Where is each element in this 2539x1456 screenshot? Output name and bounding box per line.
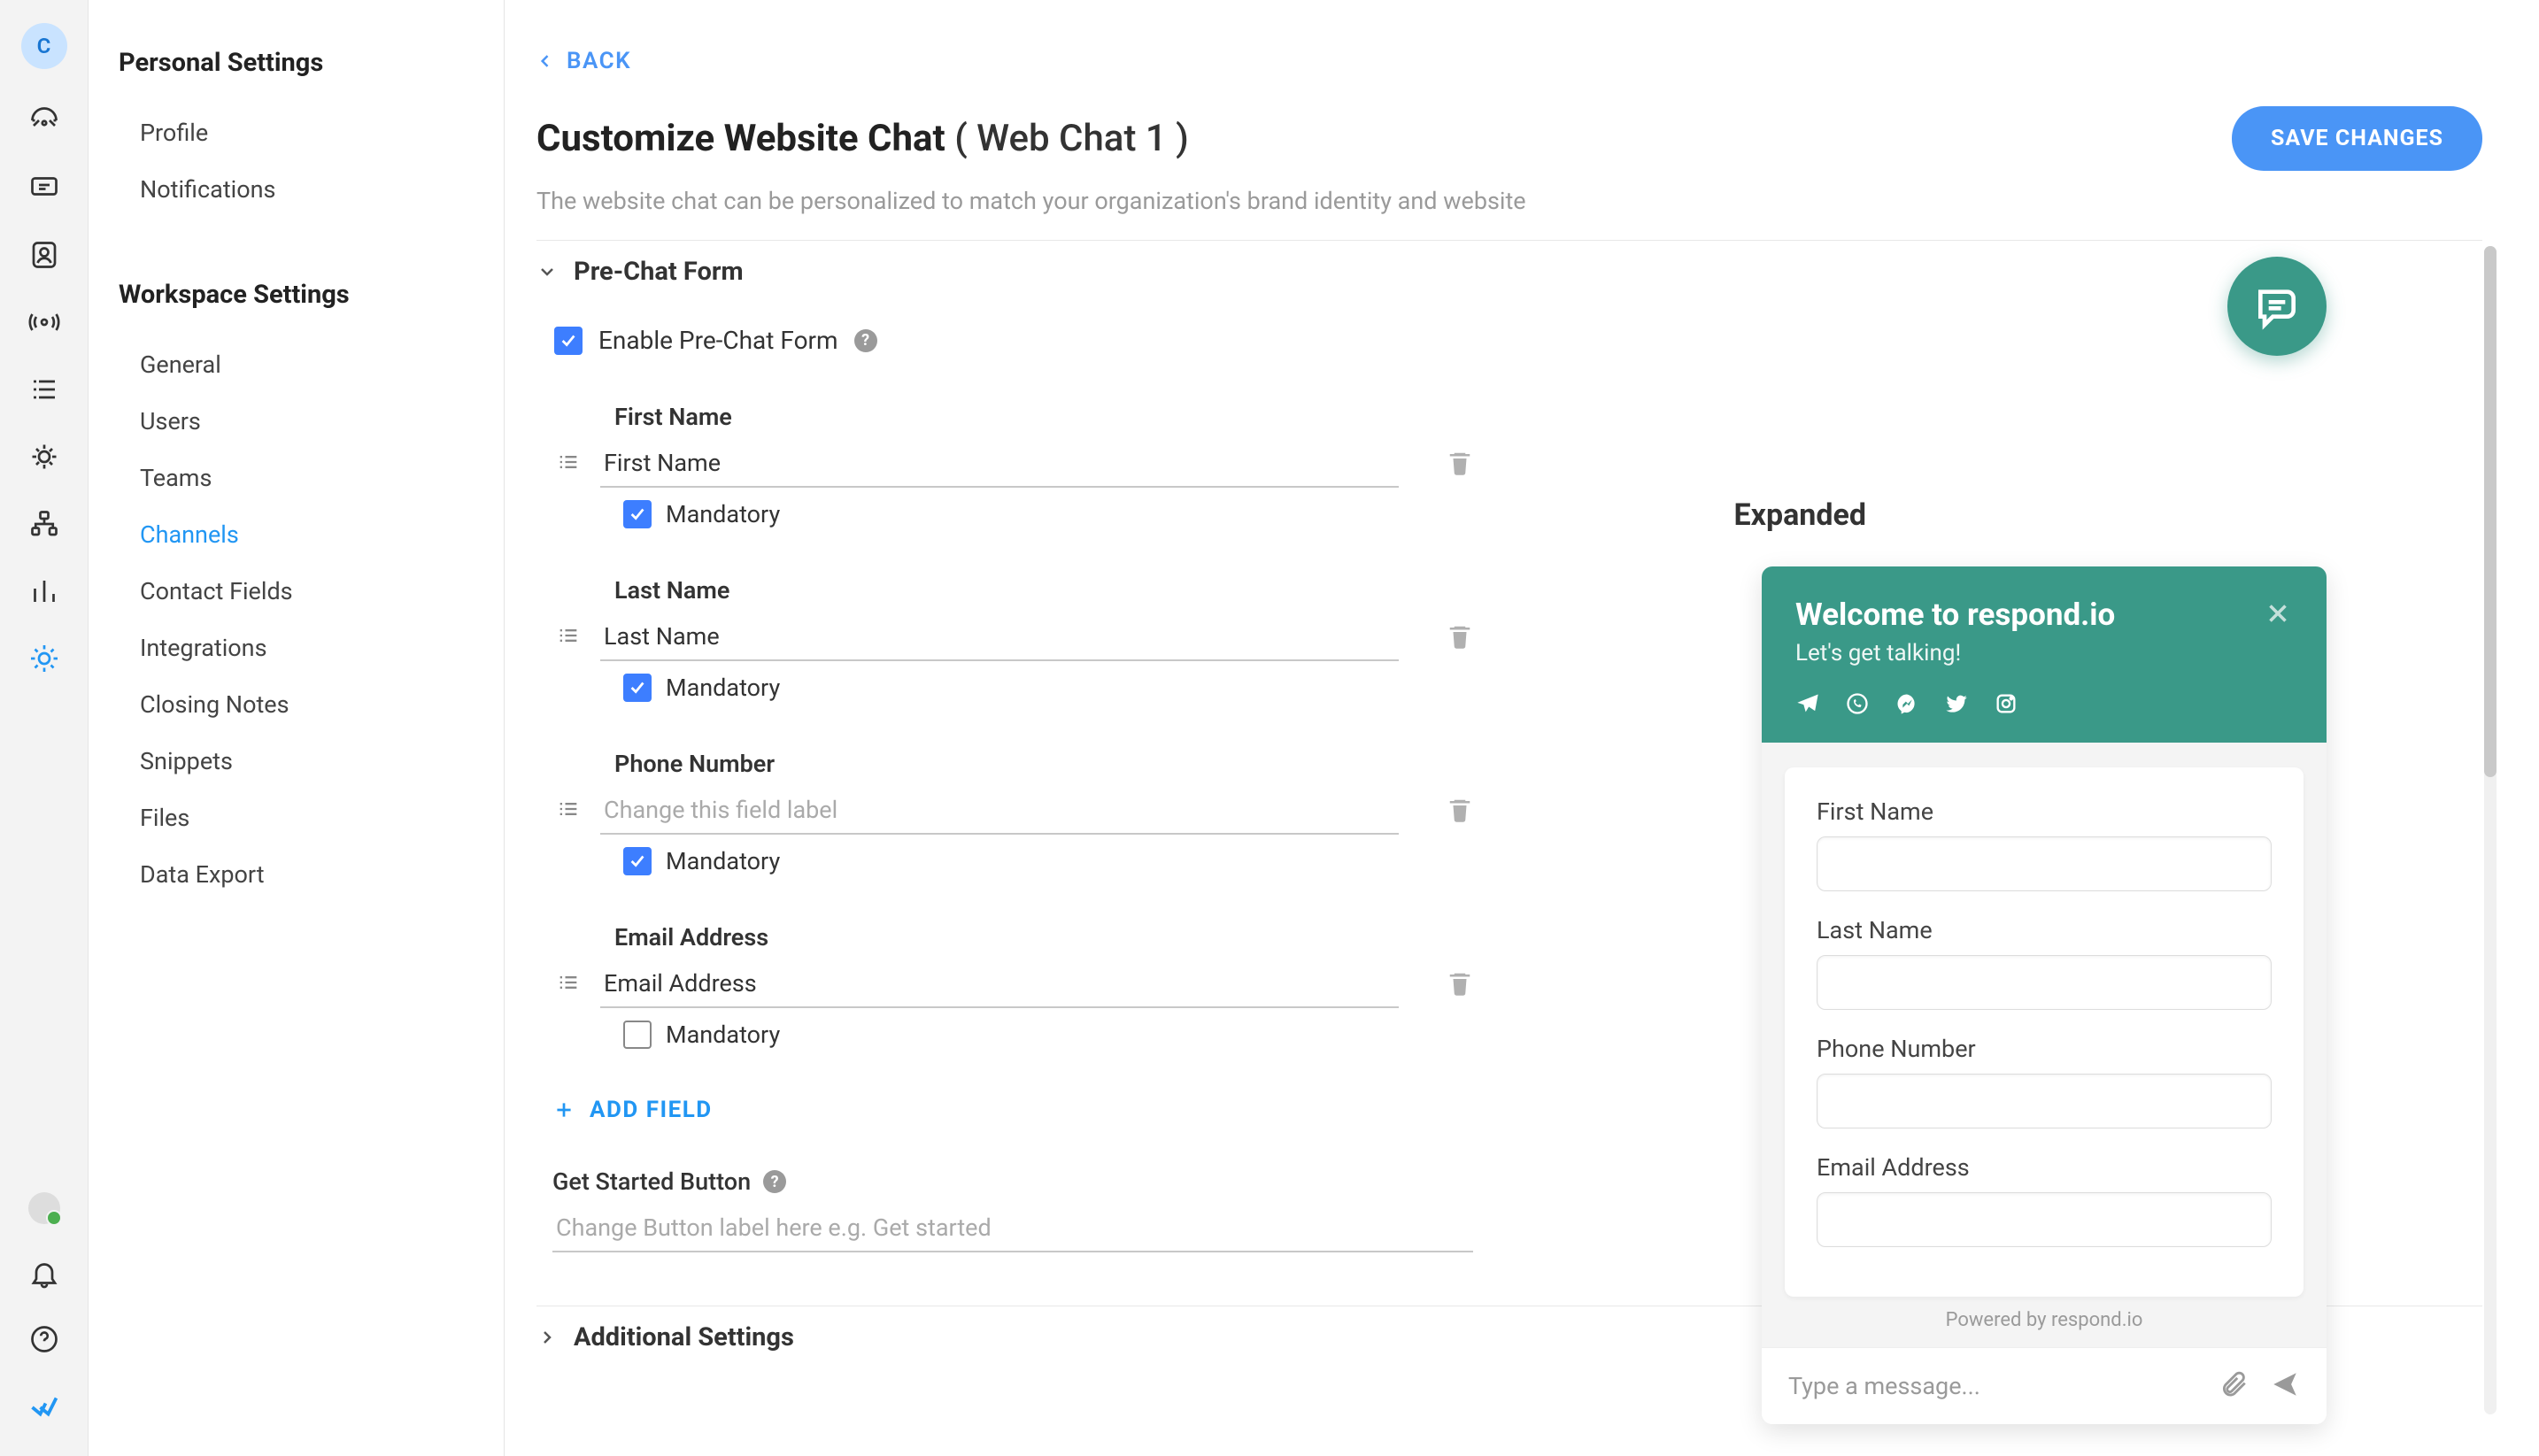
page-description: The website chat can be personalized to … — [536, 187, 2482, 215]
scrollbar[interactable] — [2484, 246, 2497, 1414]
help-icon[interactable] — [28, 1323, 60, 1355]
back-link[interactable]: BACK — [536, 48, 631, 74]
mandatory-label: Mandatory — [666, 847, 780, 875]
instagram-icon[interactable] — [1994, 691, 2018, 720]
reports-icon[interactable] — [28, 575, 60, 607]
delete-field-button[interactable] — [1447, 623, 1473, 653]
page-title: Customize Website Chat ( Web Chat 1 ) — [536, 117, 1189, 160]
respond-logo-icon — [28, 1389, 60, 1421]
notifications-icon[interactable] — [28, 1258, 60, 1290]
send-icon[interactable] — [2270, 1369, 2300, 1403]
automation-icon[interactable] — [28, 441, 60, 473]
chat-launcher-fab[interactable] — [2227, 257, 2327, 356]
form-field-label: Phone Number — [1817, 1035, 2272, 1063]
form-field-input[interactable] — [1817, 1074, 2272, 1129]
field-name: Last Name — [614, 576, 1473, 605]
chat-preview-widget: Welcome to respond.io Let's get talking!… — [1762, 566, 2327, 1424]
enable-pre-chat-checkbox[interactable] — [554, 327, 583, 355]
enable-pre-chat-label: Enable Pre-Chat Form — [598, 326, 838, 355]
help-icon[interactable]: ? — [854, 329, 877, 352]
sidebar-item-profile[interactable]: Profile — [119, 104, 459, 161]
powered-by: Powered by respond.io — [1785, 1297, 2304, 1338]
mandatory-checkbox[interactable] — [623, 1021, 652, 1049]
form-field-label: Last Name — [1817, 916, 2272, 944]
attachment-icon[interactable] — [2219, 1369, 2249, 1403]
sidebar-item-contact-fields[interactable]: Contact Fields — [119, 563, 459, 620]
settings-sidebar: Personal Settings Profile Notifications … — [89, 0, 505, 1456]
drag-handle-icon[interactable] — [552, 623, 584, 654]
settings-icon[interactable] — [28, 643, 60, 674]
icon-rail: C — [0, 0, 89, 1456]
sidebar-item-snippets[interactable]: Snippets — [119, 733, 459, 790]
add-field-button[interactable]: ADD FIELD — [552, 1097, 713, 1123]
field-name: First Name — [614, 403, 1473, 431]
chat-subtitle: Let's get talking! — [1795, 640, 2293, 666]
drag-handle-icon[interactable] — [552, 970, 584, 1001]
sidebar-item-notifications[interactable]: Notifications — [119, 161, 459, 218]
mandatory-label: Mandatory — [666, 1021, 780, 1049]
chevron-right-icon — [536, 1327, 558, 1348]
telegram-icon[interactable] — [1795, 691, 1820, 720]
drag-handle-icon[interactable] — [552, 797, 584, 828]
field-name: Phone Number — [614, 750, 1473, 778]
get-started-label: Get Started Button — [552, 1167, 751, 1196]
field-label-input[interactable] — [600, 442, 1399, 488]
surveys-icon[interactable] — [28, 374, 60, 405]
help-icon[interactable]: ? — [763, 1170, 786, 1193]
form-field-input[interactable] — [1817, 1192, 2272, 1247]
preview-mode-label: Expanded — [1734, 497, 1866, 533]
main-content: BACK Customize Website Chat ( Web Chat 1… — [505, 0, 2539, 1456]
mandatory-checkbox[interactable] — [623, 674, 652, 702]
sidebar-item-files[interactable]: Files — [119, 790, 459, 846]
form-field-input[interactable] — [1817, 955, 2272, 1010]
form-field-input[interactable] — [1817, 836, 2272, 891]
field-name: Email Address — [614, 923, 1473, 951]
mandatory-label: Mandatory — [666, 674, 780, 702]
chevron-down-icon — [536, 261, 558, 282]
drag-handle-icon[interactable] — [552, 450, 584, 481]
get-started-input[interactable] — [552, 1206, 1473, 1252]
broadcast-icon[interactable] — [28, 306, 60, 338]
personal-settings-heading: Personal Settings — [119, 48, 459, 78]
sidebar-item-closing-notes[interactable]: Closing Notes — [119, 676, 459, 733]
delete-field-button[interactable] — [1447, 970, 1473, 1000]
sidebar-item-integrations[interactable]: Integrations — [119, 620, 459, 676]
delete-field-button[interactable] — [1447, 797, 1473, 827]
close-icon[interactable] — [2263, 598, 2293, 632]
chat-message-input[interactable] — [1788, 1372, 2197, 1400]
field-label-input[interactable] — [600, 615, 1399, 661]
field-label-input[interactable] — [600, 789, 1399, 835]
messages-icon[interactable] — [28, 172, 60, 204]
form-field-label: First Name — [1817, 797, 2272, 826]
sidebar-item-teams[interactable]: Teams — [119, 450, 459, 506]
delete-field-button[interactable] — [1447, 450, 1473, 480]
mandatory-checkbox[interactable] — [623, 500, 652, 528]
mandatory-label: Mandatory — [666, 500, 780, 528]
contacts-icon[interactable] — [28, 239, 60, 271]
mandatory-checkbox[interactable] — [623, 847, 652, 875]
field-label-input[interactable] — [600, 962, 1399, 1008]
pre-chat-form-toggle[interactable]: Pre-Chat Form — [536, 257, 2482, 287]
form-field-label: Email Address — [1817, 1153, 2272, 1182]
whatsapp-icon[interactable] — [1845, 691, 1870, 720]
sidebar-item-data-export[interactable]: Data Export — [119, 846, 459, 903]
chat-title: Welcome to respond.io — [1795, 597, 2115, 633]
messenger-icon[interactable] — [1895, 691, 1919, 720]
sidebar-item-users[interactable]: Users — [119, 393, 459, 450]
sidebar-item-general[interactable]: General — [119, 336, 459, 393]
twitter-icon[interactable] — [1944, 691, 1969, 720]
workspace-settings-heading: Workspace Settings — [119, 280, 459, 310]
user-avatar[interactable] — [28, 1192, 60, 1224]
dashboard-icon[interactable] — [28, 104, 60, 136]
save-changes-button[interactable]: SAVE CHANGES — [2232, 106, 2482, 171]
org-icon[interactable] — [28, 508, 60, 540]
workspace-avatar[interactable]: C — [21, 23, 67, 69]
sidebar-item-channels[interactable]: Channels — [119, 506, 459, 563]
